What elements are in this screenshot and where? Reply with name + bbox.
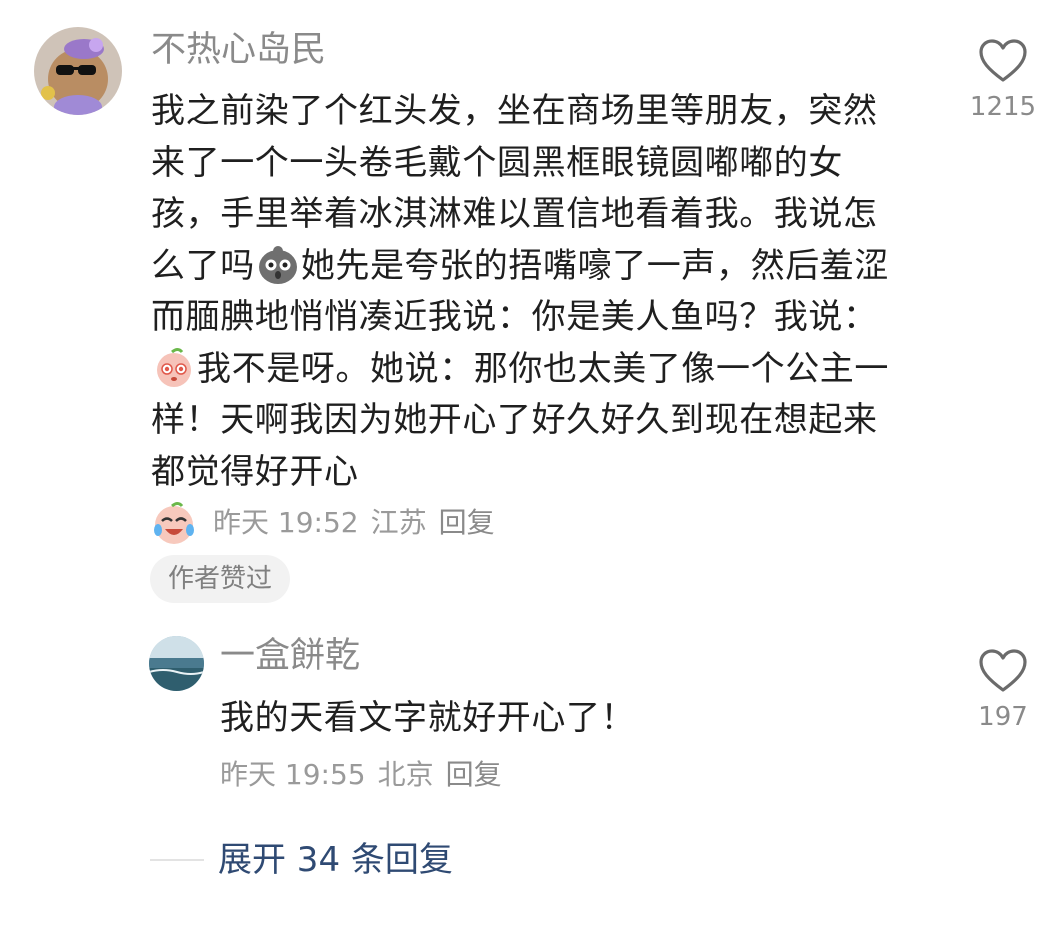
reply-like-button[interactable]: 197 — [963, 648, 1043, 734]
commenter-avatar[interactable] — [34, 27, 122, 115]
expand-replies-button[interactable]: 展开 34 条回复 — [218, 838, 453, 882]
reply-like-count: 197 — [978, 702, 1028, 732]
shocked-pigeon-emoji-icon — [257, 243, 299, 285]
comment-like-count: 1215 — [969, 92, 1037, 122]
comment-text-part-3: 我不是呀。她说：那你也太美了像一个公主一样！天啊我因为她开心了好久好久到现在想起… — [151, 348, 889, 492]
comment-time: 昨天 19:52 — [213, 506, 359, 539]
reply-time: 昨天 19:55 — [220, 758, 366, 791]
comment-reply-button[interactable]: 回复 — [439, 503, 495, 543]
expand-divider — [150, 859, 204, 861]
reply-username[interactable]: 一盒餅乾 — [220, 634, 360, 678]
heart-icon — [979, 39, 1027, 82]
comment-meta: 昨天 19:52 江苏 回复 — [151, 500, 495, 546]
comment-text: 我之前染了个红头发，坐在商场里等朋友，突然来了一个一头卷毛戴个圆黑框眼镜圆嘟嘟的… — [151, 86, 906, 498]
reply-reply-button[interactable]: 回复 — [446, 755, 502, 795]
comment-location: 江苏 — [370, 506, 427, 539]
reply-text: 我的天看文字就好开心了！ — [220, 698, 636, 738]
shy-peach-emoji-icon — [153, 346, 195, 388]
laughing-peach-emoji-icon — [151, 500, 197, 546]
reply-avatar[interactable] — [149, 636, 204, 691]
reply-meta: 昨天 19:55 北京 回复 — [220, 755, 502, 795]
commenter-username[interactable]: 不热心岛民 — [151, 28, 326, 72]
reply-location: 北京 — [377, 758, 434, 791]
heart-icon — [979, 649, 1027, 692]
author-liked-badge: 作者赞过 — [150, 555, 291, 603]
comment-like-button[interactable]: 1215 — [963, 38, 1043, 124]
